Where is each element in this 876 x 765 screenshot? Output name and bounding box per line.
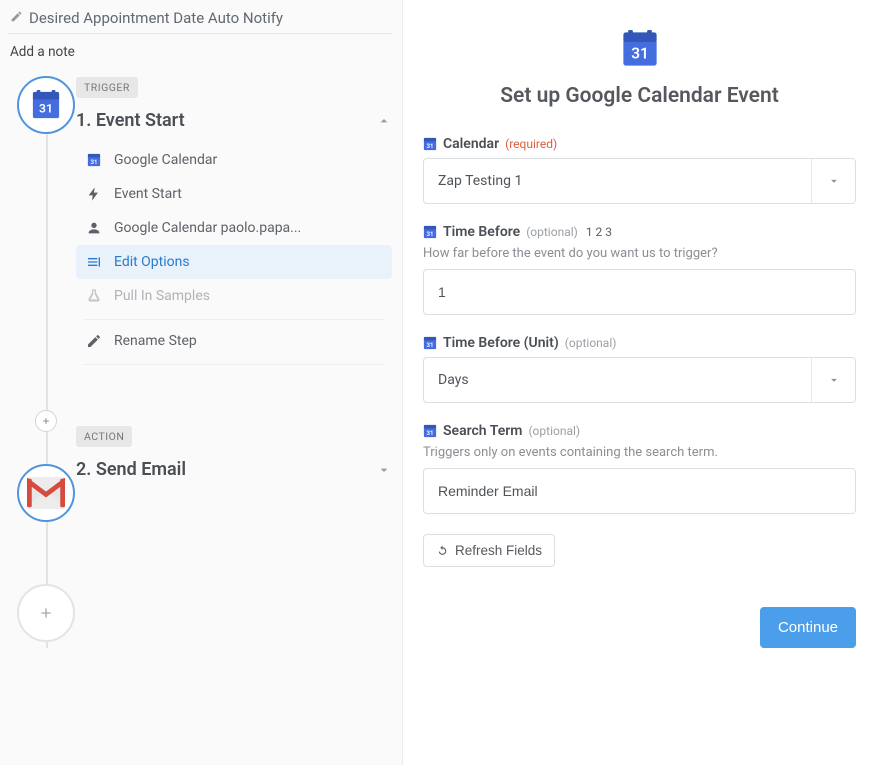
optional-tag: (optional) bbox=[526, 225, 578, 239]
help-text: How far before the event do you want us … bbox=[423, 246, 856, 261]
step1-block: TRIGGER 1. Event Start Google Calendar E… bbox=[76, 76, 392, 365]
field-calendar: Calendar (required) Zap Testing 1 bbox=[423, 136, 856, 204]
step1-node[interactable] bbox=[17, 76, 75, 134]
add-step-button[interactable] bbox=[17, 584, 75, 642]
field-label: Calendar bbox=[443, 136, 499, 152]
step1-title: 1. Event Start bbox=[76, 110, 185, 131]
required-tag: (required) bbox=[505, 137, 557, 151]
substep-label: Event Start bbox=[114, 186, 182, 202]
step1-header[interactable]: 1. Event Start bbox=[76, 106, 392, 143]
google-calendar-icon bbox=[423, 336, 437, 350]
zap-title-row[interactable]: Desired Appointment Date Auto Notify bbox=[8, 6, 392, 34]
google-calendar-icon bbox=[86, 152, 102, 168]
help-text: Triggers only on events containing the s… bbox=[423, 445, 856, 460]
refresh-fields-button[interactable]: Refresh Fields bbox=[423, 534, 555, 567]
select-value: Zap Testing 1 bbox=[424, 159, 811, 203]
form-footer: Continue bbox=[423, 607, 856, 648]
refresh-label: Refresh Fields bbox=[455, 543, 542, 558]
chevron-down-icon bbox=[811, 358, 855, 402]
plus-icon bbox=[38, 605, 54, 621]
field-time-before: Time Before (optional) 1 2 3 How far bef… bbox=[423, 224, 856, 315]
divider bbox=[84, 319, 384, 320]
add-note-link[interactable]: Add a note bbox=[8, 34, 392, 76]
extra-hint: 1 2 3 bbox=[586, 225, 612, 239]
step2-title: 2. Send Email bbox=[76, 459, 186, 480]
zap-title: Desired Appointment Date Auto Notify bbox=[29, 9, 283, 27]
field-time-unit: Time Before (Unit) (optional) Days bbox=[423, 335, 856, 403]
step1-substeps: Google Calendar Event Start Google Calen… bbox=[76, 143, 392, 365]
step2-block: ACTION 2. Send Email bbox=[76, 425, 392, 492]
user-icon bbox=[86, 220, 102, 236]
insert-step-button[interactable] bbox=[35, 410, 57, 432]
connector-line bbox=[46, 108, 48, 648]
substep-choose-event[interactable]: Event Start bbox=[76, 177, 392, 211]
pencil-icon bbox=[10, 8, 23, 27]
substep-label: Google Calendar paolo.papa... bbox=[114, 220, 301, 236]
form: Calendar (required) Zap Testing 1 Time B… bbox=[419, 136, 860, 648]
google-calendar-icon bbox=[621, 30, 659, 72]
chevron-up-icon bbox=[376, 113, 392, 129]
substep-edit-options[interactable]: Edit Options bbox=[76, 245, 392, 279]
field-label: Time Before (Unit) bbox=[443, 335, 559, 351]
substep-label: Pull In Samples bbox=[114, 288, 210, 304]
chevron-down-icon bbox=[376, 462, 392, 478]
flask-icon bbox=[86, 288, 102, 304]
plus-icon bbox=[41, 416, 51, 426]
calendar-select[interactable]: Zap Testing 1 bbox=[423, 158, 856, 204]
time-before-input[interactable] bbox=[423, 269, 856, 315]
substep-label: Edit Options bbox=[114, 254, 190, 270]
time-unit-select[interactable]: Days bbox=[423, 357, 856, 403]
google-calendar-icon bbox=[423, 424, 437, 438]
field-label: Search Term bbox=[443, 423, 522, 439]
google-calendar-icon bbox=[423, 137, 437, 151]
gmail-icon bbox=[27, 477, 65, 509]
step2-header[interactable]: 2. Send Email bbox=[76, 455, 392, 492]
right-pane: Set up Google Calendar Event Calendar (r… bbox=[403, 0, 876, 765]
refresh-icon bbox=[436, 544, 449, 557]
field-search-term: Search Term (optional) Triggers only on … bbox=[423, 423, 856, 514]
bolt-icon bbox=[86, 186, 102, 202]
substep-label: Rename Step bbox=[114, 333, 197, 349]
google-calendar-icon bbox=[423, 225, 437, 239]
google-calendar-icon bbox=[31, 90, 61, 120]
substep-choose-account[interactable]: Google Calendar paolo.papa... bbox=[76, 211, 392, 245]
search-term-input[interactable] bbox=[423, 468, 856, 514]
substep-rename[interactable]: Rename Step bbox=[76, 324, 392, 358]
options-icon bbox=[86, 254, 102, 270]
substep-choose-app[interactable]: Google Calendar bbox=[76, 143, 392, 177]
action-badge: ACTION bbox=[76, 426, 132, 447]
trigger-badge: TRIGGER bbox=[76, 77, 138, 98]
select-value: Days bbox=[424, 358, 811, 402]
step2-node[interactable] bbox=[17, 464, 75, 522]
right-header: Set up Google Calendar Event bbox=[419, 30, 860, 136]
optional-tag: (optional) bbox=[565, 336, 617, 350]
pencil-icon bbox=[86, 333, 102, 349]
chevron-down-icon bbox=[811, 159, 855, 203]
left-pane: Desired Appointment Date Auto Notify Add… bbox=[0, 0, 403, 765]
divider bbox=[84, 364, 384, 365]
substep-label: Google Calendar bbox=[114, 152, 217, 168]
optional-tag: (optional) bbox=[528, 424, 580, 438]
form-title: Set up Google Calendar Event bbox=[419, 84, 860, 108]
steps-area: TRIGGER 1. Event Start Google Calendar E… bbox=[8, 76, 392, 492]
substep-pull-samples[interactable]: Pull In Samples bbox=[76, 279, 392, 313]
field-label: Time Before bbox=[443, 224, 520, 240]
continue-button[interactable]: Continue bbox=[760, 607, 856, 648]
